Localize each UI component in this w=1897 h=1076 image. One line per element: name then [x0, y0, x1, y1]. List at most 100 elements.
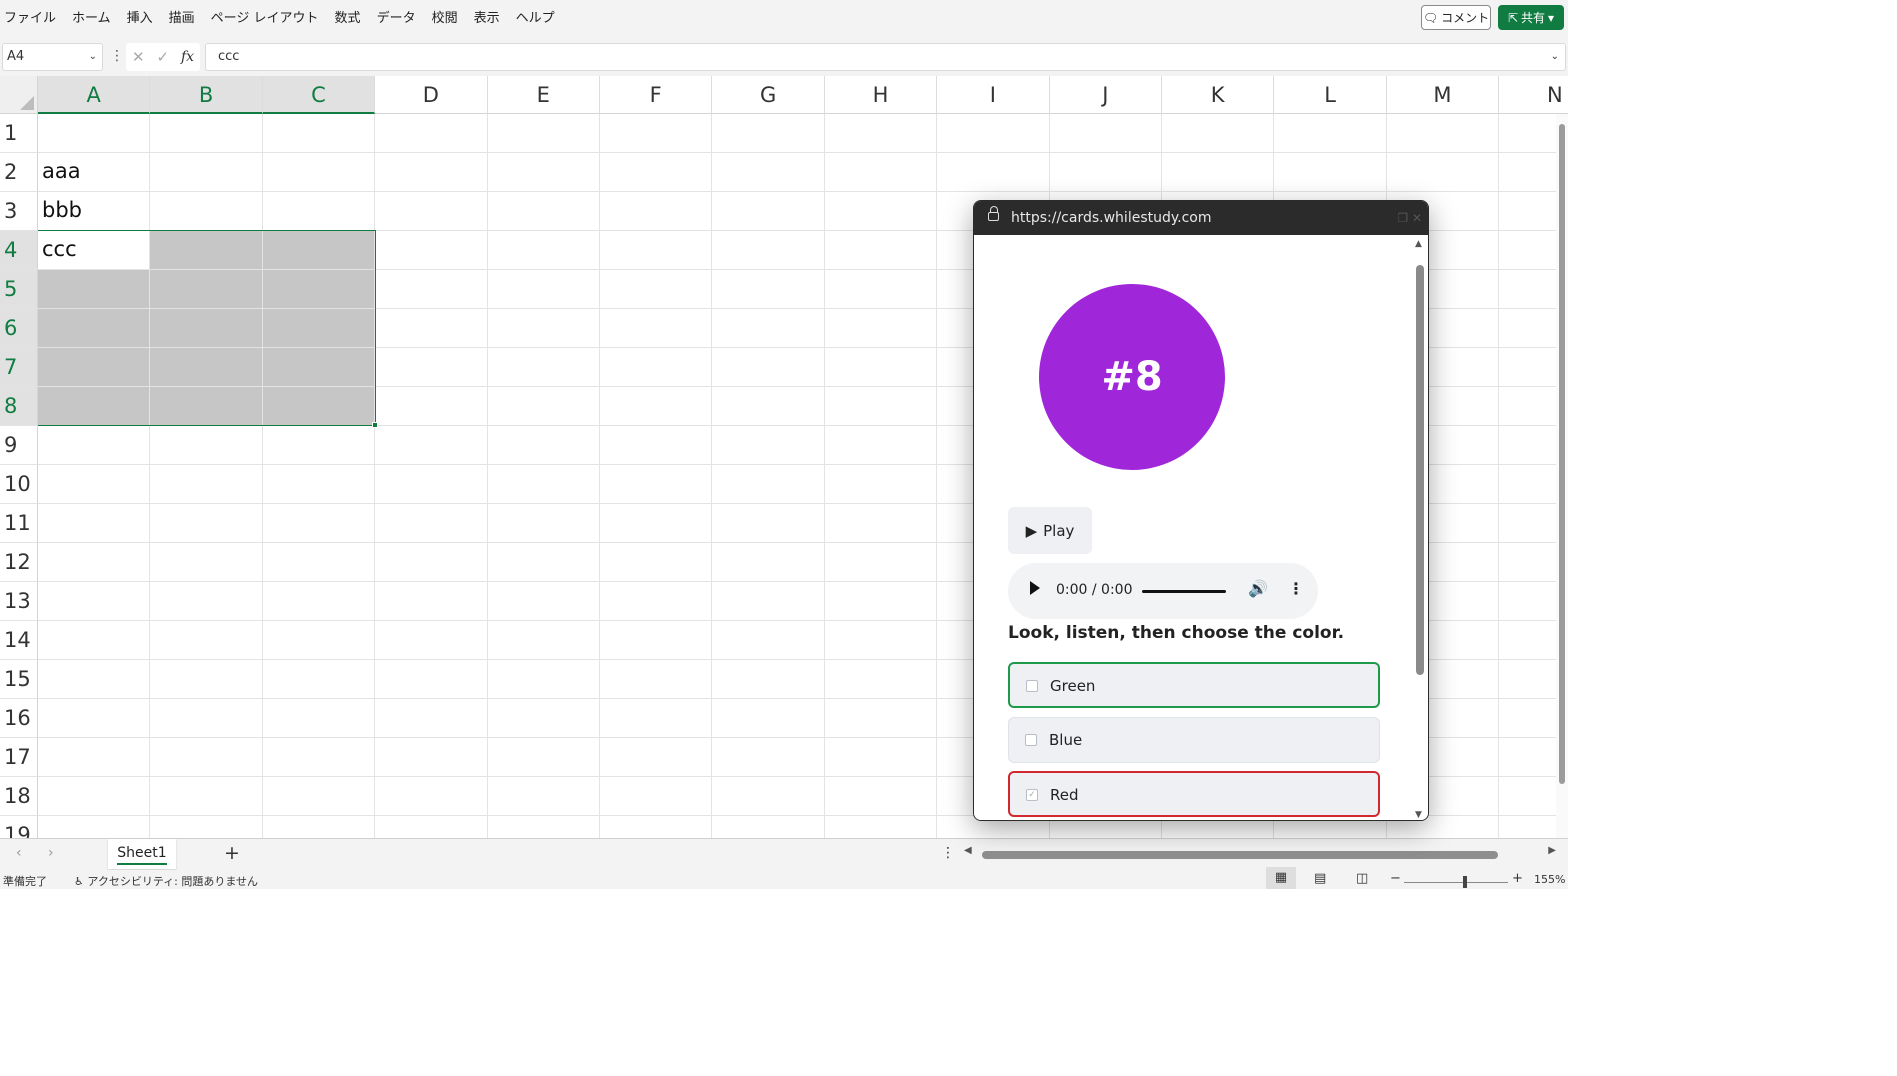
column-header-n[interactable]: N: [1499, 76, 1568, 114]
scroll-left-icon[interactable]: ◀: [964, 845, 972, 856]
vertical-scrollbar[interactable]: [1556, 114, 1568, 838]
column-header-b[interactable]: B: [150, 76, 263, 114]
comment-label: コメント: [1441, 11, 1490, 25]
row-header-13[interactable]: 13: [0, 582, 38, 621]
option-red[interactable]: ✓ Red: [1008, 771, 1380, 817]
sheet-tab-label: Sheet1: [117, 845, 167, 865]
sheet-tab-sheet1[interactable]: Sheet1: [108, 839, 176, 869]
column-header-a[interactable]: A: [38, 76, 151, 114]
vertical-scrollbar-thumb[interactable]: [1559, 124, 1565, 784]
page-break-view-icon[interactable]: ◫: [1356, 871, 1368, 886]
row-header-12[interactable]: 12: [0, 543, 38, 582]
menu-review[interactable]: 校閲: [424, 0, 466, 38]
menu-draw[interactable]: 描画: [161, 0, 203, 38]
column-header-c[interactable]: C: [262, 76, 376, 114]
column-header-e[interactable]: E: [487, 76, 600, 114]
menu-view[interactable]: 表示: [466, 0, 508, 38]
menu-help[interactable]: ヘルプ: [508, 0, 563, 38]
volume-icon[interactable]: 🔊: [1248, 579, 1268, 598]
more-options-icon[interactable]: ⋮: [941, 845, 955, 861]
column-header-i[interactable]: I: [937, 76, 1050, 114]
menu-insert[interactable]: 挿入: [119, 0, 161, 38]
row-header-11[interactable]: 11: [0, 504, 38, 543]
column-header-h[interactable]: H: [824, 76, 938, 114]
prev-sheet-icon[interactable]: ‹: [16, 845, 22, 861]
chevron-down-icon[interactable]: ⌄: [89, 44, 97, 70]
column-header-g[interactable]: G: [712, 76, 825, 114]
zoom-slider[interactable]: [1404, 882, 1508, 883]
row-header-5[interactable]: 5: [0, 270, 38, 309]
scroll-right-icon[interactable]: ▶: [1548, 845, 1556, 856]
cell-A2[interactable]: aaa: [42, 159, 81, 183]
audio-more-icon[interactable]: ⋮: [1288, 579, 1304, 598]
column-header-l[interactable]: L: [1274, 76, 1387, 114]
select-all-corner[interactable]: [0, 76, 38, 114]
column-header-j[interactable]: J: [1049, 76, 1162, 114]
select-all-icon: [20, 96, 34, 110]
row-header-6[interactable]: 6: [0, 309, 38, 348]
more-options-icon[interactable]: ⋮: [110, 48, 124, 64]
row-header-8[interactable]: 8: [0, 387, 38, 426]
option-label: Blue: [1049, 731, 1083, 749]
column-header-k[interactable]: K: [1162, 76, 1275, 114]
menu-data[interactable]: データ: [369, 0, 424, 38]
row-header-1[interactable]: 1: [0, 114, 38, 153]
option-blue[interactable]: Blue: [1008, 717, 1380, 763]
play-button[interactable]: ▶ Play: [1008, 507, 1092, 554]
horizontal-scrollbar-thumb[interactable]: [982, 851, 1498, 859]
row-header-4[interactable]: 4: [0, 231, 38, 270]
comment-button[interactable]: 🗨 コメント: [1421, 5, 1491, 30]
row-header-17[interactable]: 17: [0, 738, 38, 777]
share-button[interactable]: ⇱ 共有 ▾: [1498, 5, 1564, 30]
cancel-icon[interactable]: ✕: [132, 48, 145, 66]
audio-progress-bar[interactable]: [1142, 590, 1226, 593]
popup-scrollbar[interactable]: ▲ ▼: [1412, 235, 1428, 820]
restore-icon[interactable]: ❐: [1397, 211, 1408, 225]
row-header-3[interactable]: 3: [0, 192, 38, 231]
row-header-16[interactable]: 16: [0, 699, 38, 738]
horizontal-scrollbar[interactable]: ◀ ▶: [962, 845, 1558, 861]
option-checkbox[interactable]: [1026, 680, 1038, 692]
add-sheet-button[interactable]: +: [224, 842, 240, 864]
menu-formulas[interactable]: 数式: [327, 0, 369, 38]
zoom-in-icon[interactable]: +: [1512, 871, 1523, 886]
enter-icon[interactable]: ✓: [156, 48, 169, 66]
cell-A3[interactable]: bbb: [42, 198, 82, 222]
zoom-level[interactable]: 155%: [1534, 873, 1565, 886]
zoom-slider-thumb[interactable]: [1463, 876, 1467, 888]
page-layout-view-icon[interactable]: ▤: [1314, 871, 1326, 886]
option-checkbox-checked[interactable]: ✓: [1026, 789, 1038, 801]
option-green[interactable]: Green: [1008, 662, 1380, 708]
row-header-2[interactable]: 2: [0, 153, 38, 192]
popup-scrollbar-thumb[interactable]: [1416, 265, 1424, 675]
row-header-14[interactable]: 14: [0, 621, 38, 660]
fill-handle[interactable]: [372, 422, 378, 428]
scroll-down-icon[interactable]: ▼: [1415, 810, 1422, 820]
option-checkbox[interactable]: [1025, 734, 1037, 746]
card-number-badge: #8: [1039, 284, 1225, 470]
row-header-7[interactable]: 7: [0, 348, 38, 387]
row-header-15[interactable]: 15: [0, 660, 38, 699]
next-sheet-icon[interactable]: ›: [48, 845, 54, 861]
column-header-f[interactable]: F: [600, 76, 713, 114]
scroll-up-icon[interactable]: ▲: [1415, 239, 1422, 249]
menu-page-layout[interactable]: ページ レイアウト: [203, 0, 327, 38]
normal-view-icon[interactable]: ▦: [1266, 867, 1296, 889]
row-header-18[interactable]: 18: [0, 777, 38, 816]
menu-home[interactable]: ホーム: [64, 0, 119, 38]
formula-input[interactable]: ccc ⌄: [205, 43, 1566, 71]
menu-file[interactable]: ファイル: [0, 0, 64, 38]
name-box[interactable]: A4 ⌄: [2, 43, 103, 71]
row-header-19[interactable]: 19: [0, 816, 38, 838]
insert-function-icon[interactable]: fx: [181, 49, 194, 65]
column-header-m[interactable]: M: [1386, 76, 1500, 114]
popup-window: https://cards.whilestudy.com ❐ ✕ #8 ▶ Pl…: [973, 200, 1429, 821]
accessibility-status[interactable]: ♿ アクセシビリティ: 問題ありません: [74, 873, 258, 889]
row-header-10[interactable]: 10: [0, 465, 38, 504]
expand-formula-icon[interactable]: ⌄: [1551, 44, 1559, 70]
column-header-d[interactable]: D: [375, 76, 488, 114]
row-header-9[interactable]: 9: [0, 426, 38, 465]
zoom-out-icon[interactable]: −: [1390, 871, 1401, 886]
audio-play-icon[interactable]: [1030, 581, 1040, 595]
close-icon[interactable]: ✕: [1412, 211, 1422, 225]
